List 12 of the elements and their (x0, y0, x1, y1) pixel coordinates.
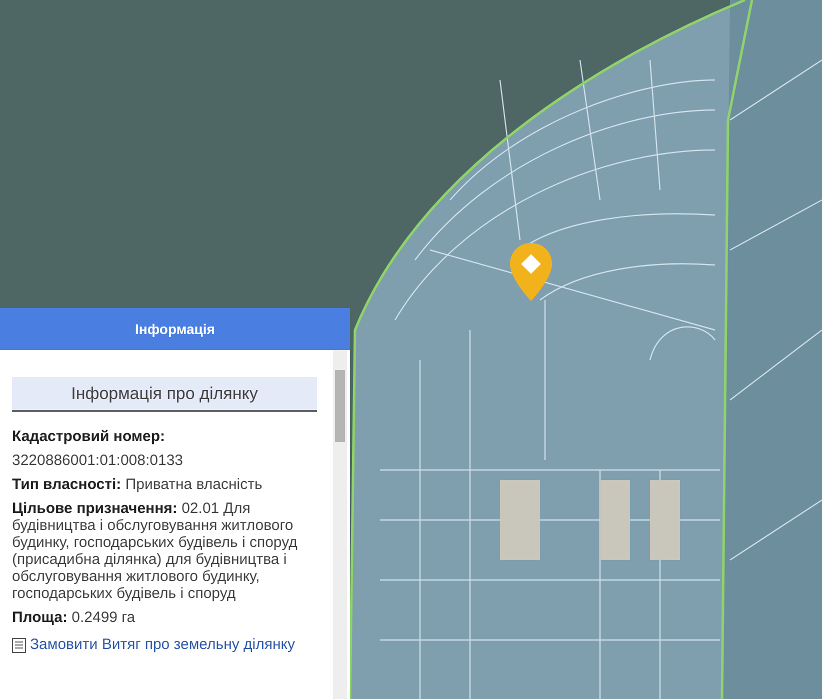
scrollbar-thumb[interactable] (335, 370, 345, 442)
order-extract-link[interactable]: Замовити Витяг про земельну ділянку (12, 636, 321, 653)
document-icon (12, 638, 26, 653)
panel-title: Інформація (0, 308, 350, 350)
field-text: Площа: 0.2499 га (12, 609, 136, 626)
location-pin-icon[interactable] (510, 243, 552, 301)
section-heading: Інформація про ділянку (12, 377, 317, 412)
scrollbar[interactable] (333, 350, 347, 699)
field-text: 3220886001:01:008:0133 (12, 452, 184, 469)
field-text: Цільове призначення: 02.01 Для будівництва і обслуговування житлового будинку, господарських будівель і споруд (присадибна ділянка) для будівництва і обслуговування житлового будинку, господарських будівель і споруд (12, 500, 298, 602)
field-text: Кадастровий номер: (12, 428, 166, 445)
field-text: Тип власності: Приватна власність (12, 476, 264, 493)
